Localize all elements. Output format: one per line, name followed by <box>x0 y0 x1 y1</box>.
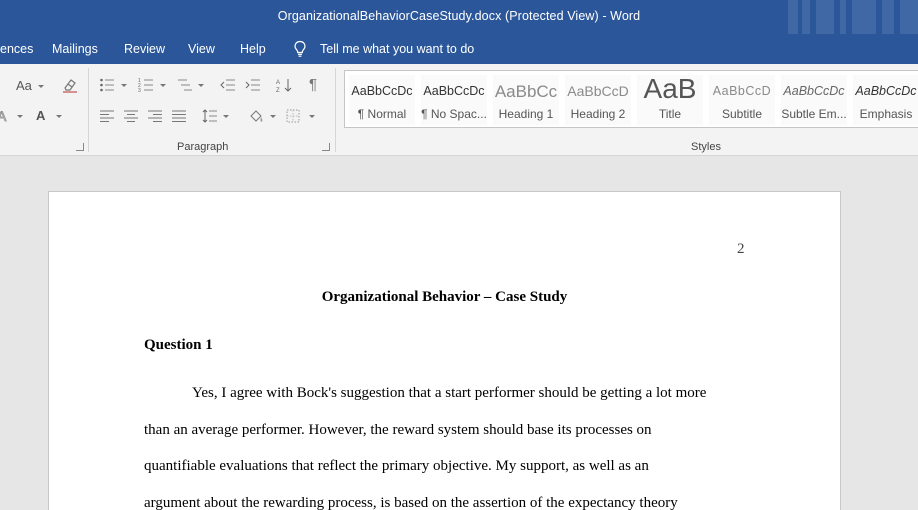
style-name: Subtle Em... <box>781 107 847 121</box>
style-heading-1[interactable]: AaBbCc Heading 1 <box>493 75 559 125</box>
style-emphasis[interactable]: AaBbCcDc Emphasis <box>853 75 918 125</box>
line-spacing-dropdown-caret[interactable] <box>223 115 229 118</box>
style-name: ¶ Normal <box>357 107 407 121</box>
tab-references[interactable]: ences <box>0 42 33 56</box>
style-sample: AaBbCcDc <box>351 84 413 98</box>
paragraph-dialog-launcher-icon[interactable] <box>322 143 330 151</box>
style-sample: AaBbCcD <box>567 83 629 99</box>
tab-view[interactable]: View <box>188 42 215 56</box>
tell-me-search[interactable]: Tell me what you want to do <box>320 42 474 56</box>
style-sample: AaBbCcD <box>712 84 772 98</box>
document-title: Organizational Behavior – Case Study <box>321 289 568 305</box>
increase-indent-icon[interactable] <box>245 77 261 93</box>
font-color-dropdown-caret[interactable] <box>56 115 62 118</box>
styles-gallery: AaBbCcDc ¶ Normal AaBbCcDc ¶ No Spac... … <box>344 70 918 128</box>
text-effects-icon[interactable]: A <box>0 108 10 124</box>
decrease-indent-icon[interactable] <box>220 77 236 93</box>
svg-text:Z: Z <box>276 88 280 93</box>
style-subtitle[interactable]: AaBbCcD Subtitle <box>709 75 775 125</box>
paragraph-line: argument about the rewarding process, is… <box>144 495 678 510</box>
document-canvas: 2 Organizational Behavior – Case Study Q… <box>0 157 918 510</box>
shading-icon[interactable] <box>248 108 264 124</box>
style-name: Title <box>658 107 682 121</box>
bullets-icon[interactable] <box>99 77 115 93</box>
svg-text:A: A <box>276 80 280 86</box>
word-window: OrganizationalBehaviorCaseStudy.docx (Pr… <box>0 0 918 510</box>
style-title[interactable]: AaB Title <box>637 73 703 125</box>
bullets-dropdown-caret[interactable] <box>121 84 127 87</box>
ribbon-tab-bar: ences Mailings Review View Help Tell me … <box>0 34 918 64</box>
paragraph-line: Yes, I agree with Bock's suggestion that… <box>192 385 707 401</box>
justify-icon[interactable] <box>171 109 187 123</box>
font-color-button[interactable]: A <box>36 108 45 124</box>
borders-icon[interactable] <box>286 109 300 123</box>
style-sample: AaBbCc <box>494 82 558 101</box>
multilevel-list-icon[interactable] <box>177 77 193 93</box>
borders-dropdown-caret[interactable] <box>309 115 315 118</box>
style-normal[interactable]: AaBbCcDc ¶ Normal <box>349 75 415 125</box>
show-formatting-marks-icon[interactable]: ¶ <box>309 77 317 93</box>
style-subtle-emphasis[interactable]: AaBbCcDc Subtle Em... <box>781 75 847 125</box>
style-name: Subtitle <box>721 107 763 121</box>
align-center-icon[interactable] <box>123 109 139 123</box>
tab-help[interactable]: Help <box>240 42 266 56</box>
svg-text:3: 3 <box>138 88 141 93</box>
style-heading-2[interactable]: AaBbCcD Heading 2 <box>565 75 631 125</box>
style-sample: AaBbCcDc <box>855 84 917 98</box>
document-page[interactable]: 2 Organizational Behavior – Case Study Q… <box>48 191 841 510</box>
line-spacing-icon[interactable] <box>202 108 218 124</box>
numbering-icon[interactable]: 123 <box>138 77 154 93</box>
sort-icon[interactable]: AZ <box>276 77 292 93</box>
title-bar-pattern <box>788 0 918 34</box>
paragraph-line: than an average performer. However, the … <box>144 422 652 438</box>
lightbulb-icon[interactable] <box>292 40 308 58</box>
style-name: Heading 2 <box>570 107 626 121</box>
style-name: ¶ No Spac... <box>421 107 487 121</box>
align-left-icon[interactable] <box>99 109 115 123</box>
font-dialog-launcher-icon[interactable] <box>76 143 84 151</box>
ribbon-group-separator <box>335 68 336 152</box>
style-sample: AaBbCcDc <box>783 84 845 98</box>
style-name: Emphasis <box>859 107 913 121</box>
text-effects-dropdown-caret[interactable] <box>17 115 23 118</box>
tab-mailings[interactable]: Mailings <box>52 42 98 56</box>
shading-dropdown-caret[interactable] <box>270 115 276 118</box>
change-case-button[interactable]: Aa <box>16 78 32 94</box>
window-title: OrganizationalBehaviorCaseStudy.docx (Pr… <box>277 9 641 23</box>
svg-text:A: A <box>0 108 7 124</box>
clear-formatting-icon[interactable] <box>62 77 78 93</box>
document-heading: Question 1 <box>144 337 213 353</box>
paragraph-line: quantifiable evaluations that reflect th… <box>144 458 649 474</box>
page-number: 2 <box>737 241 745 257</box>
tab-review[interactable]: Review <box>124 42 165 56</box>
style-no-spacing[interactable]: AaBbCcDc ¶ No Spac... <box>421 75 487 125</box>
align-right-icon[interactable] <box>147 109 163 123</box>
change-case-dropdown-caret[interactable] <box>38 85 44 88</box>
numbering-dropdown-caret[interactable] <box>160 84 166 87</box>
style-sample: AaB <box>643 73 697 104</box>
ribbon-group-separator <box>88 68 89 152</box>
styles-group-label: Styles <box>691 141 721 153</box>
style-name: Heading 1 <box>498 107 554 121</box>
title-bar: OrganizationalBehaviorCaseStudy.docx (Pr… <box>0 0 918 34</box>
style-sample: AaBbCcDc <box>423 84 485 98</box>
paragraph-group-label: Paragraph <box>177 141 229 153</box>
multilevel-list-dropdown-caret[interactable] <box>198 84 204 87</box>
